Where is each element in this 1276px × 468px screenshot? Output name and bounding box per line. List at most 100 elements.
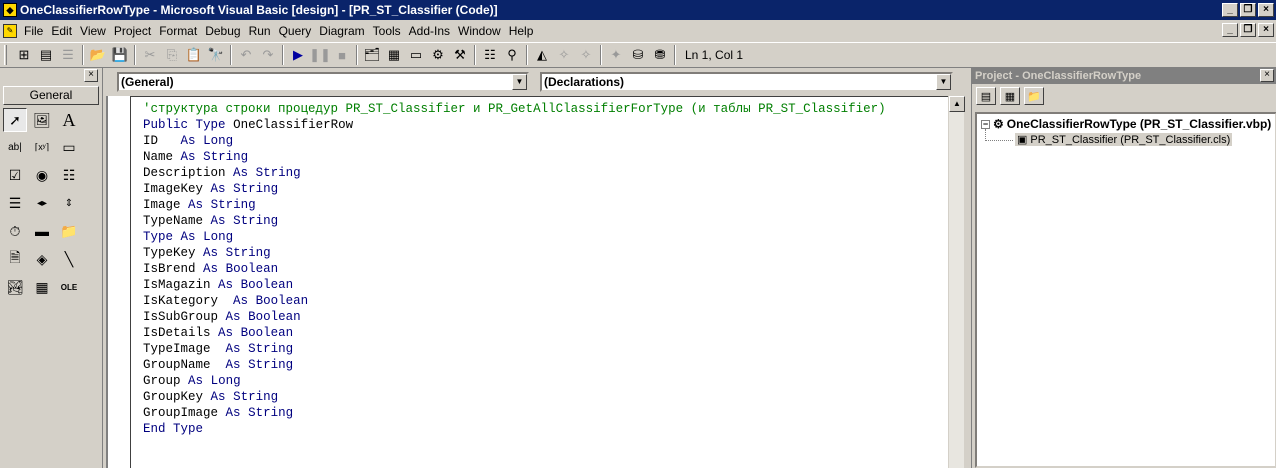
object-combo-dropdown-icon[interactable]: ▼ [512,74,527,90]
menu-editor-icon[interactable]: ☰ [58,45,78,65]
code-line[interactable]: ID As Long [143,133,233,149]
code-line[interactable]: GroupImage As String [143,405,293,421]
redo-icon[interactable]: ↷ [258,45,278,65]
menu-window[interactable]: Window [454,24,505,38]
data-icon[interactable]: ▦ [30,275,54,299]
save-icon[interactable]: 💾 [110,45,130,65]
menu-query[interactable]: Query [275,24,316,38]
tree-node-project[interactable]: − ⚙ OneClassifierRowType (PR_ST_Classifi… [981,117,1271,131]
undo-icon[interactable]: ↶ [236,45,256,65]
open-icon[interactable]: 📂 [88,45,108,65]
filelistbox-icon[interactable]: 🗎 [3,247,27,271]
code-line[interactable]: IsBrend As Boolean [143,261,278,277]
code-line[interactable]: Public Type OneClassifierRow [143,117,353,133]
tool-a-icon[interactable]: ✧ [554,45,574,65]
pause-icon[interactable]: ❚❚ [309,45,331,65]
procedure-combo-dropdown-icon[interactable]: ▼ [936,74,951,90]
code-line[interactable]: Name As String [143,149,248,165]
find-icon[interactable]: 🔭 [206,45,226,65]
project-close-button[interactable]: × [1260,69,1274,82]
paste-icon[interactable]: 📋 [184,45,204,65]
close-button[interactable]: × [1258,3,1274,17]
vb-app-icon[interactable]: ◆ [3,3,17,17]
optionbutton-icon[interactable]: ◉ [30,163,54,187]
database-icon[interactable]: ⛁ [628,45,648,65]
data-view-icon[interactable]: ☷ [480,45,500,65]
code-line[interactable]: TypeName As String [143,213,278,229]
code-line[interactable]: IsDetails As Boolean [143,325,293,341]
code-line[interactable]: IsMagazin As Boolean [143,277,293,293]
shape-icon[interactable]: ◈ [30,247,54,271]
combobox-icon[interactable]: ☷ [57,163,81,187]
code-line[interactable]: Type As Long [143,229,233,245]
code-line[interactable]: IsKategory As Boolean [143,293,308,309]
form-layout-icon[interactable]: ▭ [406,45,426,65]
code-line[interactable]: GroupName As String [143,357,293,373]
tree-node-class[interactable]: ▣ PR_ST_Classifier (PR_ST_Classifier.cls… [1015,133,1233,146]
scroll-up-icon[interactable]: ▲ [949,96,965,112]
toolbox-close-button[interactable]: × [84,69,98,82]
toolbox-icon[interactable]: ⚒ [450,45,470,65]
hscrollbar-icon[interactable]: ◂▸ [30,191,54,215]
code-line[interactable]: IsSubGroup As Boolean [143,309,301,325]
properties-icon[interactable]: ▦ [384,45,404,65]
doc-minimize-button[interactable]: _ [1222,23,1238,37]
run-icon[interactable]: ▶ [288,45,308,65]
code-editor[interactable]: 'структура строки процедур PR_ST_Classif… [130,96,948,468]
view-object-icon[interactable]: ▦ [1000,87,1020,105]
add-project-icon[interactable]: ⊞ [14,45,34,65]
stop-icon[interactable]: ■ [332,45,352,65]
project-tree[interactable]: − ⚙ OneClassifierRowType (PR_ST_Classifi… [975,112,1276,468]
commandbutton-icon[interactable]: ▭ [57,135,81,159]
object-browser-icon[interactable]: ⚙ [428,45,448,65]
vertical-scrollbar[interactable]: ▲ [948,96,965,468]
code-line[interactable]: ImageKey As String [143,181,278,197]
toolbox-general-tab[interactable]: General [3,86,99,105]
frame-icon[interactable]: ⌈xʸ⌉ [30,135,54,159]
add-form-icon[interactable]: ▤ [36,45,56,65]
margin-indicator-bar[interactable] [106,96,130,468]
menu-file[interactable]: File [20,24,47,38]
image-icon[interactable]: 🏞 [3,275,27,299]
code-line[interactable]: Image As String [143,197,256,213]
tool-c-icon[interactable]: ✦ [606,45,626,65]
project-explorer-icon[interactable]: 🗂 [362,45,382,65]
doc-close-button[interactable]: × [1258,23,1274,37]
timer-icon[interactable]: ⏱ [3,219,27,243]
menu-format[interactable]: Format [155,24,201,38]
menu-view[interactable]: View [76,24,110,38]
menu-run[interactable]: Run [245,24,275,38]
document-icon[interactable]: ✎ [3,24,17,38]
code-line[interactable]: TypeImage As String [143,341,293,357]
vscrollbar-icon[interactable]: ⇕ [57,191,81,215]
procedure-combo[interactable]: (Declarations) ▼ [540,72,953,92]
menu-tools[interactable]: Tools [369,24,405,38]
checkbox-icon[interactable]: ☑ [3,163,27,187]
doc-restore-button[interactable]: ❐ [1240,23,1256,37]
label-icon[interactable]: A [57,108,81,132]
code-line[interactable]: Group As Long [143,373,241,389]
menu-project[interactable]: Project [110,24,155,38]
menu-debug[interactable]: Debug [201,24,244,38]
data-tool-icon[interactable]: ⛃ [650,45,670,65]
menu-addins[interactable]: Add-Ins [405,24,454,38]
line-icon[interactable]: ╲ [57,247,81,271]
dirlistbox-icon[interactable]: 📁 [57,219,81,243]
menu-edit[interactable]: Edit [47,24,76,38]
drivelistbox-icon[interactable]: ▬ [30,219,54,243]
menu-diagram[interactable]: Diagram [315,24,368,38]
tool-b-icon[interactable]: ✧ [576,45,596,65]
component-manager-icon[interactable]: ⚲ [502,45,522,65]
code-line[interactable]: Description As String [143,165,301,181]
collapse-icon[interactable]: − [981,119,990,129]
view-code-icon[interactable]: ▤ [976,87,996,105]
code-line[interactable]: 'структура строки процедур PR_ST_Classif… [143,101,886,117]
code-line[interactable]: End Type [143,421,203,437]
minimize-button[interactable]: _ [1222,3,1238,17]
picturebox-icon[interactable]: 🖼 [30,108,54,132]
toggle-folders-icon[interactable]: 📁 [1024,87,1044,105]
textbox-icon[interactable]: ab| [3,135,27,159]
toolbar-grip[interactable] [4,45,7,65]
listbox-icon[interactable]: ☰ [3,191,27,215]
copy-icon[interactable]: ⎘ [162,45,182,65]
